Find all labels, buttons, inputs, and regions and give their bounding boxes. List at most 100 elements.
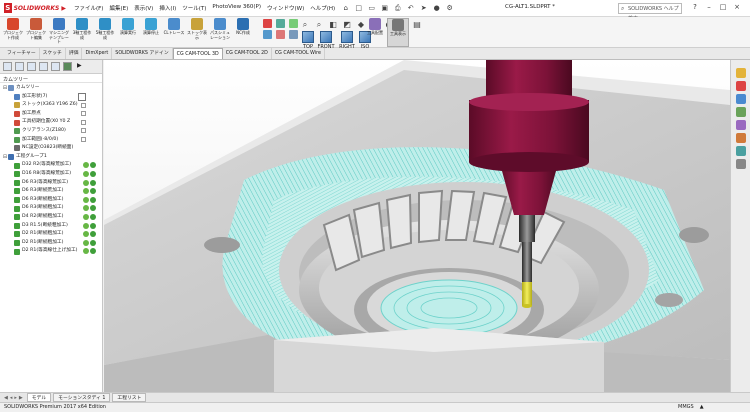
pane-options-icon[interactable]	[735, 159, 746, 169]
tab-dimxpert[interactable]: DimXpert	[82, 48, 113, 59]
tree-process-item[interactable]: D6 R3(断続荒加工)	[0, 187, 102, 196]
view-tool-icon[interactable]	[276, 19, 285, 28]
tree-process-item[interactable]: D2 R1(断続粗加工)	[0, 239, 102, 248]
config-manager-icon[interactable]	[27, 62, 36, 71]
stock-display-button[interactable]: ストック表示	[186, 18, 208, 47]
tree-root[interactable]: ⊟ カムツリー	[0, 84, 102, 93]
menu-help[interactable]: ヘルプ(H)	[310, 4, 335, 12]
resources-icon[interactable]	[735, 68, 746, 78]
appearances-icon[interactable]	[735, 120, 746, 130]
solidworks-logo[interactable]: S SOLIDWORKS ▶	[0, 3, 66, 13]
visibility-checkbox[interactable]	[81, 111, 86, 117]
menu-file[interactable]: ファイル(F)	[74, 4, 103, 12]
tab-cg-cam-tool-wire[interactable]: CG CAM-TOOL Wire	[272, 48, 325, 59]
tree-process-item[interactable]: D6 R3(断続粗加工)	[0, 204, 102, 213]
tree-process-group[interactable]: ⊟ 工程グループ1	[0, 153, 102, 162]
visibility-checkbox[interactable]	[81, 119, 86, 125]
tab-model[interactable]: モデル	[26, 393, 52, 402]
process-5axis-button[interactable]: 5軸工程作成	[94, 18, 116, 47]
chevron-right-icon[interactable]: ▶	[77, 62, 83, 71]
zoom-area-icon[interactable]: ⌕	[314, 20, 324, 30]
tree-process-item[interactable]: D16 R8(等高線荒加工)	[0, 170, 102, 179]
tool-display-button[interactable]: 工具表示	[387, 18, 409, 47]
menu-window[interactable]: ウィンドウ(W)	[267, 4, 304, 12]
tab-evaluate[interactable]: 評価	[66, 48, 83, 59]
section-view-icon[interactable]: ◩	[342, 20, 352, 30]
file-explorer-icon[interactable]	[735, 94, 746, 104]
dimxpert-manager-icon[interactable]	[39, 62, 48, 71]
tab-cg-cam-tool-2d[interactable]: CG CAM-TOOL 2D	[223, 48, 272, 59]
menu-tools[interactable]: ツール(T)	[182, 4, 206, 12]
view-settings-icon[interactable]: ▤	[412, 20, 422, 30]
tree-item-range[interactable]: 加工範囲(-8/0/0)	[0, 136, 102, 145]
tab-addins[interactable]: SOLIDWORKS アドイン	[112, 48, 173, 59]
user-icon[interactable]: ?	[690, 2, 700, 13]
previous-tab-icon[interactable]: ◂	[10, 395, 13, 401]
home-icon[interactable]: ⌂	[341, 4, 350, 13]
previous-view-icon[interactable]: ◧	[328, 20, 338, 30]
shape-preview-icon[interactable]	[78, 92, 86, 101]
view-tool-icon[interactable]	[276, 30, 285, 39]
tab-cg-cam-tool-3d[interactable]: CG CAM-TOOL 3D	[172, 48, 223, 59]
tree-process-item[interactable]: D2 R1(断続粗加工)	[0, 230, 102, 239]
save-icon[interactable]: ▣	[380, 4, 389, 13]
last-tab-icon[interactable]: ▶	[19, 395, 23, 401]
cl-trace-button[interactable]: CLトレース	[163, 18, 185, 47]
zoom-fit-icon[interactable]: ⌕	[300, 20, 310, 30]
graphics-area[interactable]	[104, 60, 730, 392]
cam-tree-icon[interactable]	[63, 62, 72, 71]
nc-create-button[interactable]: NC作成	[232, 18, 254, 47]
open-folder-icon[interactable]: ▭	[367, 4, 376, 13]
visibility-checkbox[interactable]	[81, 137, 86, 143]
forum-icon[interactable]	[735, 146, 746, 156]
stop-calculation-button[interactable]: 演算停止	[140, 18, 162, 47]
visibility-checkbox[interactable]	[81, 102, 86, 108]
maximize-icon[interactable]: □	[718, 2, 728, 13]
menu-view[interactable]: 表示(V)	[134, 4, 153, 12]
next-tab-icon[interactable]: ▸	[14, 395, 17, 401]
menu-photoview[interactable]: PhotoView 360(P)	[212, 4, 261, 12]
tree-item-stock[interactable]: ストック(X363 Y196 Z6)	[0, 101, 102, 110]
first-tab-icon[interactable]: ◀	[4, 395, 8, 401]
tree-item-nc[interactable]: NC設定(O3823(断続面)	[0, 144, 102, 153]
tab-sketch[interactable]: スケッチ	[40, 48, 66, 59]
design-library-icon[interactable]	[735, 81, 746, 91]
machining-template-button[interactable]: マシニングテンプレート	[48, 18, 70, 47]
tab-process-list[interactable]: 工程リスト	[112, 393, 147, 402]
tool-placement-button[interactable]: 工具配置	[364, 18, 386, 47]
project-edit-button[interactable]: プロジェクト編集	[25, 18, 47, 47]
tree-process-item[interactable]: D2 R1(等高線仕上げ加工)	[0, 247, 102, 256]
tree-item-shape[interactable]: 加工形状(7)	[0, 92, 102, 102]
tree-item-tool-init[interactable]: 工具初期位置(X0 Y0 Z	[0, 118, 102, 127]
display-manager-icon[interactable]	[51, 62, 60, 71]
feature-manager-icon[interactable]	[3, 62, 12, 71]
help-search-input[interactable]: ⌕ SOLIDWORKS ヘルプ検索	[618, 3, 682, 22]
undo-icon[interactable]: ↶	[406, 4, 415, 13]
view-tool-icon[interactable]	[263, 30, 272, 39]
tab-motion-study[interactable]: モーションスタディ 1	[53, 393, 111, 402]
view-palette-icon[interactable]	[735, 107, 746, 117]
run-calculation-button[interactable]: 演算実行	[117, 18, 139, 47]
options-icon[interactable]: ⚙	[445, 4, 454, 13]
new-document-icon[interactable]: □	[354, 4, 363, 13]
process-3axis-button[interactable]: 3軸工程作成	[71, 18, 93, 47]
view-tool-icon[interactable]	[289, 30, 298, 39]
minimize-icon[interactable]: –	[704, 2, 714, 13]
rebuild-status-icon[interactable]: ▲	[700, 403, 704, 412]
close-icon[interactable]: ×	[732, 2, 742, 13]
path-simulation-button[interactable]: パスシミュレーション	[209, 18, 231, 47]
tree-item-origin[interactable]: 加工原点	[0, 110, 102, 119]
tree-process-item[interactable]: D32 R2(等高線荒加工)	[0, 161, 102, 170]
visibility-checkbox[interactable]	[81, 128, 86, 134]
view-tool-icon[interactable]	[263, 19, 272, 28]
tree-process-item[interactable]: D6 R3(断続粗加工)	[0, 196, 102, 205]
menu-edit[interactable]: 編集(E)	[109, 4, 128, 12]
menu-insert[interactable]: 挿入(I)	[159, 4, 176, 12]
tree-process-item[interactable]: D4 R2(断続粗加工)	[0, 213, 102, 222]
property-manager-icon[interactable]	[15, 62, 24, 71]
rebuild-icon[interactable]: ●	[432, 4, 441, 13]
custom-properties-icon[interactable]	[735, 133, 746, 143]
print-icon[interactable]: ⎙	[393, 4, 402, 13]
project-create-button[interactable]: プロジェクト作成	[2, 18, 24, 47]
tree-process-item[interactable]: D3 R1.5(断続粗加工)	[0, 222, 102, 231]
